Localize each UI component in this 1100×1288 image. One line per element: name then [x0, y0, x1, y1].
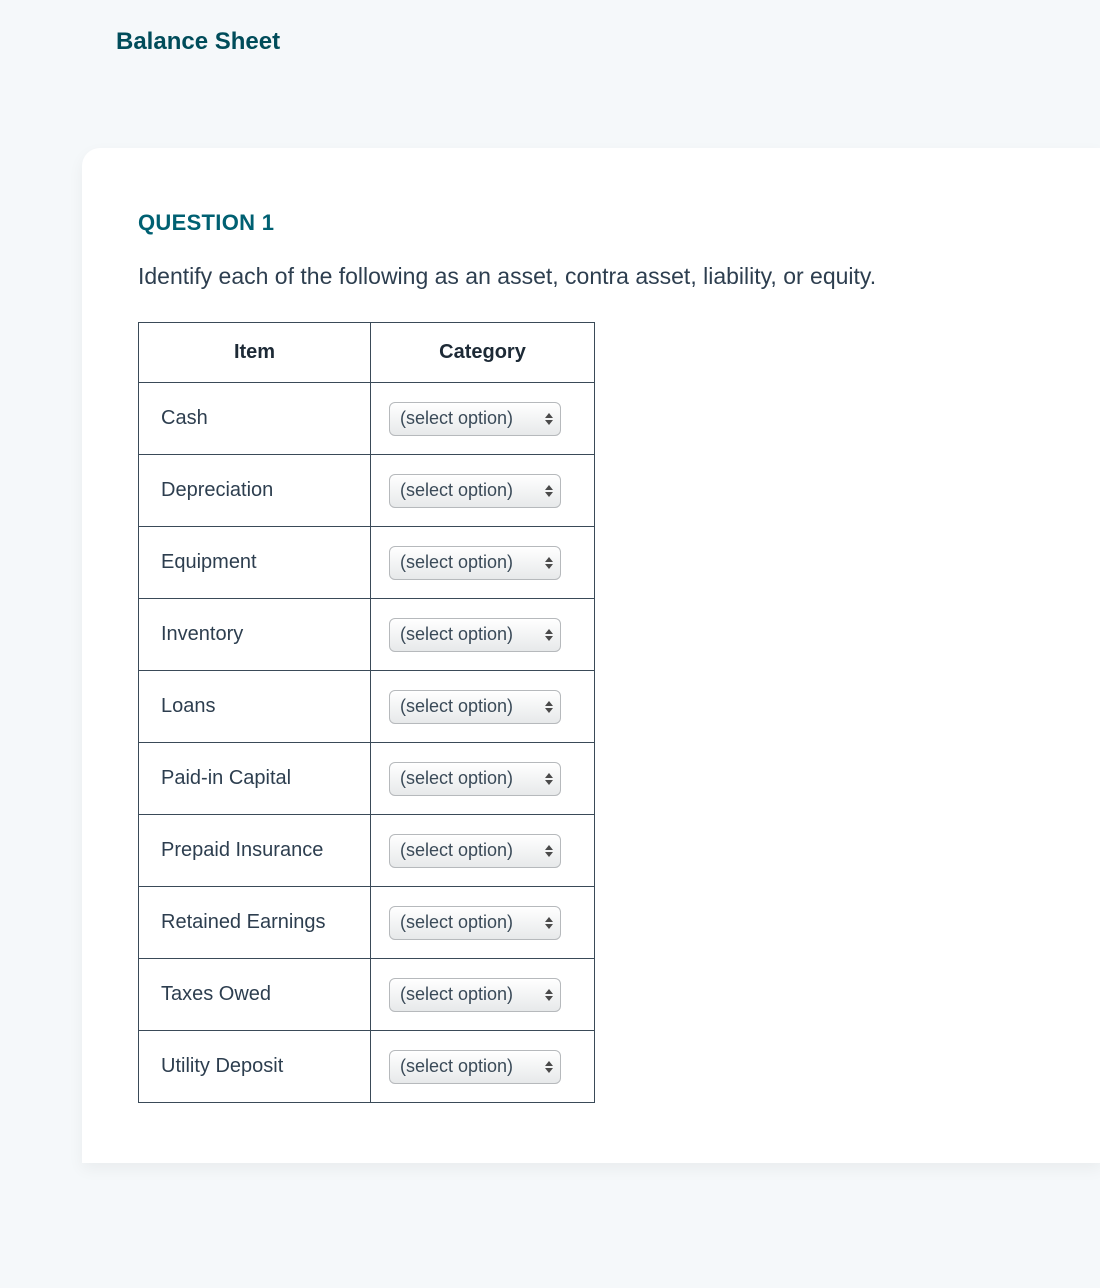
item-cell: Utility Deposit	[139, 1031, 371, 1103]
page-header: Balance Sheet	[0, 0, 1100, 56]
column-header-item: Item	[139, 323, 371, 383]
updown-icon	[544, 629, 554, 641]
category-cell: (select option)	[371, 815, 595, 887]
updown-icon	[544, 701, 554, 713]
item-cell: Inventory	[139, 599, 371, 671]
table-row: Taxes Owed (select option)	[139, 959, 595, 1031]
category-select[interactable]: (select option)	[389, 1050, 561, 1084]
item-cell: Cash	[139, 383, 371, 455]
category-select[interactable]: (select option)	[389, 474, 561, 508]
table-row: Paid-in Capital (select option)	[139, 743, 595, 815]
category-select-label: (select option)	[400, 480, 513, 501]
table-row: Prepaid Insurance (select option)	[139, 815, 595, 887]
item-cell: Taxes Owed	[139, 959, 371, 1031]
table-row: Cash (select option)	[139, 383, 595, 455]
category-select-label: (select option)	[400, 552, 513, 573]
category-select[interactable]: (select option)	[389, 834, 561, 868]
category-select-label: (select option)	[400, 984, 513, 1005]
updown-icon	[544, 989, 554, 1001]
category-cell: (select option)	[371, 455, 595, 527]
table-row: Retained Earnings (select option)	[139, 887, 595, 959]
item-cell: Paid-in Capital	[139, 743, 371, 815]
category-cell: (select option)	[371, 887, 595, 959]
table-row: Inventory (select option)	[139, 599, 595, 671]
items-table: Item Category Cash(select option)Depreci…	[138, 322, 595, 1103]
updown-icon	[544, 773, 554, 785]
updown-icon	[544, 917, 554, 929]
category-select[interactable]: (select option)	[389, 906, 561, 940]
updown-icon	[544, 485, 554, 497]
category-select-label: (select option)	[400, 1056, 513, 1077]
column-header-category: Category	[371, 323, 595, 383]
category-cell: (select option)	[371, 743, 595, 815]
category-select[interactable]: (select option)	[389, 762, 561, 796]
question-card: QUESTION 1 Identify each of the followin…	[82, 148, 1100, 1163]
page-title: Balance Sheet	[116, 28, 1100, 56]
table-row: Equipment (select option)	[139, 527, 595, 599]
question-prompt: Identify each of the following as an ass…	[138, 260, 1100, 292]
item-cell: Depreciation	[139, 455, 371, 527]
category-select-label: (select option)	[400, 912, 513, 933]
item-cell: Equipment	[139, 527, 371, 599]
item-cell: Prepaid Insurance	[139, 815, 371, 887]
updown-icon	[544, 1061, 554, 1073]
updown-icon	[544, 557, 554, 569]
updown-icon	[544, 413, 554, 425]
category-select[interactable]: (select option)	[389, 618, 561, 652]
category-select-label: (select option)	[400, 768, 513, 789]
category-select[interactable]: (select option)	[389, 690, 561, 724]
category-select-label: (select option)	[400, 624, 513, 645]
question-label: QUESTION 1	[138, 210, 1100, 236]
category-select-label: (select option)	[400, 696, 513, 717]
updown-icon	[544, 845, 554, 857]
category-cell: (select option)	[371, 527, 595, 599]
category-cell: (select option)	[371, 671, 595, 743]
category-cell: (select option)	[371, 959, 595, 1031]
category-cell: (select option)	[371, 383, 595, 455]
item-cell: Retained Earnings	[139, 887, 371, 959]
table-row: Loans (select option)	[139, 671, 595, 743]
category-cell: (select option)	[371, 599, 595, 671]
category-select-label: (select option)	[400, 840, 513, 861]
table-row: Depreciation (select option)	[139, 455, 595, 527]
table-row: Utility Deposit (select option)	[139, 1031, 595, 1103]
category-select[interactable]: (select option)	[389, 978, 561, 1012]
category-select[interactable]: (select option)	[389, 402, 561, 436]
item-cell: Loans	[139, 671, 371, 743]
category-select[interactable]: (select option)	[389, 546, 561, 580]
category-cell: (select option)	[371, 1031, 595, 1103]
category-select-label: (select option)	[400, 408, 513, 429]
